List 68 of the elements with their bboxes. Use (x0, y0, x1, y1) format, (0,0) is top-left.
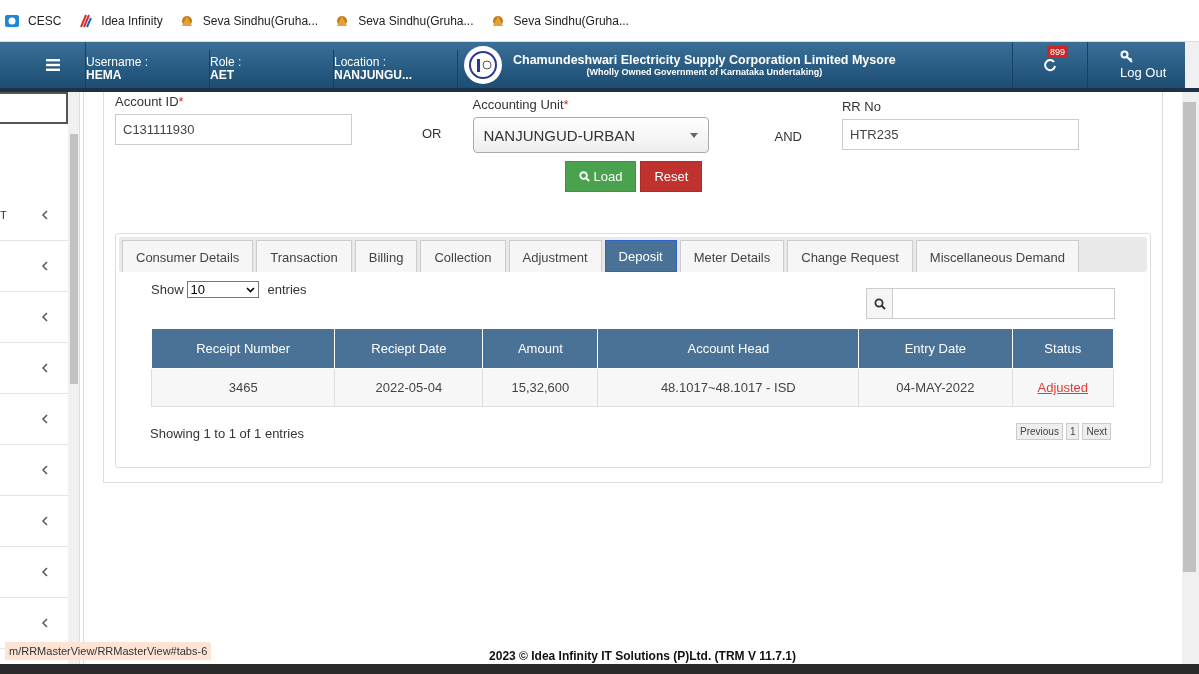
footer-text: 2023 © Idea Infinity IT Solutions (P)Ltd. (TRM V 11.7.1) (489, 649, 796, 664)
tab[interactable]: Consumer Details (122, 240, 254, 272)
dropdown-arrow-icon (689, 132, 698, 138)
tab[interactable]: Adjustment (508, 240, 602, 272)
table-cell: 15,32,600 (482, 368, 598, 407)
org-subtitle: (Wholly Owned Government of Karnataka Undertaking) (586, 67, 823, 77)
bookmark-link[interactable]: Seva Sindhu(Gruha... (334, 12, 474, 29)
tab[interactable]: Deposit (604, 240, 677, 272)
account-id-field[interactable]: C131111930 (115, 114, 352, 145)
stripes-icon (77, 12, 94, 29)
logout-button[interactable]: Log Out (1088, 42, 1185, 88)
key-icon (1120, 50, 1134, 64)
search-icon (873, 297, 886, 310)
field-label: RR No (841, 99, 882, 114)
connector-label: OR (422, 126, 442, 141)
bookmark-link[interactable]: CESC (4, 12, 62, 29)
entries-info: Showing 1 to 1 of 1 entries (150, 427, 304, 440)
column-header: Account Head (597, 329, 859, 369)
scrollbar-thumb[interactable] (1183, 102, 1196, 572)
scrollbar-thumb[interactable] (70, 134, 78, 384)
tab[interactable]: Billing (354, 240, 418, 272)
bookmark-link[interactable]: Seva Sindhu(Gruha... (178, 12, 319, 29)
bookmark-link[interactable]: Idea Infinity (77, 12, 163, 29)
connector-label: AND (774, 129, 802, 144)
accounting-unit-dropdown[interactable]: NANJUNGUD-URBAN (472, 117, 709, 153)
info-value: NANJUNGU... (334, 69, 412, 82)
field-label: Accounting Unit* (472, 97, 570, 112)
table-cell: 3465 (151, 368, 335, 407)
entries-label: entries (267, 282, 307, 297)
logo-icon (463, 45, 503, 85)
column-header: Entry Date (858, 329, 1013, 369)
tab[interactable]: Collection (420, 240, 506, 272)
show-label: Show (151, 282, 184, 297)
tab[interactable]: Transaction (256, 240, 352, 272)
table-cell: 04-MAY-2022 (858, 368, 1013, 407)
tab[interactable]: Change Request (787, 240, 913, 272)
search-icon (578, 171, 590, 182)
tab[interactable]: Meter Details (679, 240, 785, 272)
pagination-button[interactable]: 1 (1065, 423, 1080, 440)
column-header: Reciept Date (334, 329, 483, 369)
column-header: Amount (482, 329, 598, 369)
chevron-down-icon (245, 286, 255, 293)
notification-badge: 899 (1047, 46, 1069, 58)
reset-button[interactable]: Reset (640, 161, 703, 192)
info-value: HEMA (86, 69, 122, 82)
info-label: Location : (334, 56, 387, 69)
scrollbar-track (1185, 42, 1199, 88)
pagination-button[interactable]: Previous (1015, 423, 1063, 440)
field-label: Account ID* (115, 94, 185, 109)
org-title: Chamundeshwari Electricity Supply Corporation Limited Mysore (513, 53, 896, 67)
info-value: AET (210, 69, 234, 82)
menu-icon[interactable] (46, 59, 60, 71)
url-tooltip: m/RRMasterView/RRMasterView#tabs-6 (5, 642, 212, 660)
tab[interactable]: Miscellaneous Demand (915, 240, 1079, 272)
bookmark-link[interactable]: Seva Sindhu(Gruha... (489, 12, 629, 29)
pagination-button[interactable]: Next (1082, 423, 1111, 440)
column-header: Receipt Number (151, 329, 335, 369)
table-search-field[interactable] (866, 288, 1115, 319)
info-label: Role : (210, 56, 242, 69)
logo-icon (4, 12, 20, 29)
status-link[interactable]: Adjusted (1037, 380, 1089, 395)
table-cell: 48.1017~48.1017 - ISD (597, 368, 859, 407)
refresh-icon[interactable] (1043, 58, 1057, 72)
page-length-dropdown[interactable]: 10 (186, 281, 259, 298)
info-label: Username : (86, 56, 149, 69)
table-cell: 2022-05-04 (334, 368, 483, 407)
column-header: Status (1012, 329, 1114, 369)
rr-no-field[interactable]: HTR235 (841, 119, 1079, 150)
